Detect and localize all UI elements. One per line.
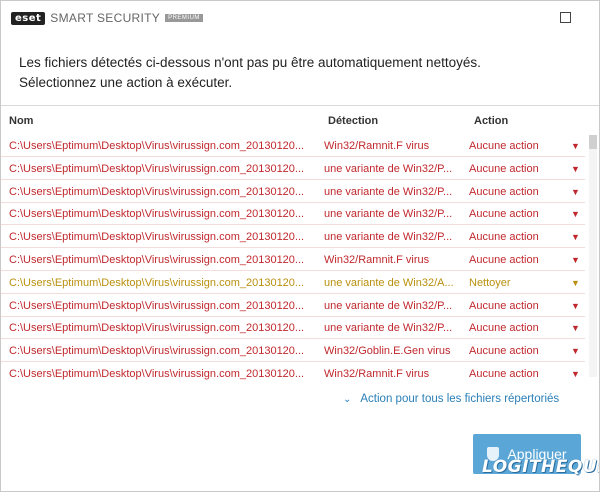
table-row[interactable]: C:\Users\Eptimum\Desktop\Virus\virussign… [1,273,585,294]
table-row[interactable]: C:\Users\Eptimum\Desktop\Virus\virussign… [1,364,585,380]
action-select[interactable]: Aucune action [469,318,559,338]
action-select[interactable]: Aucune action [469,227,559,247]
dialog-window: eset SMART SECURITY PREMIUM Les fichiers… [0,0,600,492]
table-row[interactable]: C:\Users\Eptimum\Desktop\Virus\virussign… [1,341,585,363]
file-path: C:\Users\Eptimum\Desktop\Virus\virussign… [9,231,305,244]
dropdown-arrow-icon[interactable]: ▼ [571,182,581,202]
detection-name: une variante de Win32/P... [324,208,453,221]
detection-name: Win32/Ramnit.F virus [324,367,430,380]
action-select[interactable]: Aucune action [469,204,559,224]
file-path: C:\Users\Eptimum\Desktop\Virus\virussign… [9,140,305,152]
action-select[interactable]: Aucune action [469,341,559,361]
detection-name: une variante de Win32/P... [324,299,453,312]
file-path: C:\Users\Eptimum\Desktop\Virus\virussign… [9,162,305,175]
table-row[interactable]: C:\Users\Eptimum\Desktop\Virus\virussign… [1,318,585,340]
detection-name: une variante de Win32/P... [324,231,453,244]
detection-name: une variante de Win32/P... [324,162,453,175]
detection-name: Win32/Goblin.E.Gen virus [324,345,451,358]
table-header: Nom Détection Action [1,105,599,136]
dropdown-arrow-icon[interactable]: ▼ [571,204,581,224]
message-line-2: Sélectionnez une action à exécuter. [19,75,233,90]
chevron-down-icon: ⌄ [343,393,352,405]
action-select[interactable]: Aucune action [469,250,559,270]
instruction-message: Les fichiers détectés ci-dessous n'ont p… [19,53,481,93]
message-line-1: Les fichiers détectés ci-dessous n'ont p… [19,55,481,70]
product-name: SMART SECURITY [50,11,161,25]
app-logo: eset SMART SECURITY PREMIUM [11,11,203,25]
scrollbar-thumb[interactable] [589,135,597,149]
column-header-action[interactable]: Action [474,115,508,127]
detection-name: une variante de Win32/P... [324,322,453,335]
detection-name: une variante de Win32/P... [324,185,453,198]
dropdown-arrow-icon[interactable]: ▼ [571,318,581,338]
file-path: C:\Users\Eptimum\Desktop\Virus\virussign… [9,322,305,335]
dropdown-arrow-icon[interactable]: ▼ [571,159,581,179]
table-row[interactable]: C:\Users\Eptimum\Desktop\Virus\virussign… [1,159,585,180]
action-select[interactable]: Aucune action [469,364,559,380]
dropdown-arrow-icon[interactable]: ▼ [571,250,581,270]
dropdown-arrow-icon[interactable]: ▼ [571,273,581,293]
edition-badge: PREMIUM [165,14,203,22]
table-row[interactable]: C:\Users\Eptimum\Desktop\Virus\virussign… [1,182,585,203]
maximize-button[interactable] [560,12,571,23]
action-select[interactable]: Aucune action [469,296,559,316]
detection-name: Win32/Ramnit.F virus [324,140,430,152]
table-body: C:\Users\Eptimum\Desktop\Virus\virussign… [1,136,599,380]
file-path: C:\Users\Eptimum\Desktop\Virus\virussign… [9,276,305,289]
detection-name: Win32/Ramnit.F virus [324,253,430,266]
table-row[interactable]: C:\Users\Eptimum\Desktop\Virus\virussign… [1,296,585,317]
table-row[interactable]: C:\Users\Eptimum\Desktop\Virus\virussign… [1,250,585,271]
action-select[interactable]: Aucune action [469,182,559,202]
column-header-name[interactable]: Nom [9,115,33,127]
brand-badge: eset [11,11,46,25]
file-path: C:\Users\Eptimum\Desktop\Virus\virussign… [9,367,305,380]
dropdown-arrow-icon[interactable]: ▼ [571,296,581,316]
action-all-files-label: Action pour tous les fichiers répertorié… [360,393,560,405]
file-path: C:\Users\Eptimum\Desktop\Virus\virussign… [9,299,305,312]
dropdown-arrow-icon[interactable]: ▼ [571,227,581,247]
dropdown-arrow-icon[interactable]: ▼ [571,341,581,361]
column-header-detection[interactable]: Détection [328,115,378,127]
table-row[interactable]: C:\Users\Eptimum\Desktop\Virus\virussign… [1,136,585,157]
detections-table: Nom Détection Action C:\Users\Eptimum\De… [1,105,599,380]
file-path: C:\Users\Eptimum\Desktop\Virus\virussign… [9,253,305,266]
dropdown-arrow-icon[interactable]: ▼ [571,136,581,156]
detection-name: une variante de Win32/A... [324,276,454,289]
table-row[interactable]: C:\Users\Eptimum\Desktop\Virus\virussign… [1,204,585,226]
table-scrollbar[interactable] [589,135,597,377]
title-bar: eset SMART SECURITY PREMIUM [1,1,599,35]
file-path: C:\Users\Eptimum\Desktop\Virus\virussign… [9,345,305,358]
table-row[interactable]: C:\Users\Eptimum\Desktop\Virus\virussign… [1,227,585,249]
action-select[interactable]: Aucune action [469,136,559,156]
watermark-logo: LOGITHEQUE [482,457,600,477]
action-select[interactable]: Aucune action [469,159,559,179]
file-path: C:\Users\Eptimum\Desktop\Virus\virussign… [9,208,305,221]
action-all-files-link[interactable]: ⌄ Action pour tous les fichiers répertor… [343,393,559,405]
action-select[interactable]: Nettoyer [469,273,559,293]
dropdown-arrow-icon[interactable]: ▼ [571,364,581,380]
file-path: C:\Users\Eptimum\Desktop\Virus\virussign… [9,185,305,198]
